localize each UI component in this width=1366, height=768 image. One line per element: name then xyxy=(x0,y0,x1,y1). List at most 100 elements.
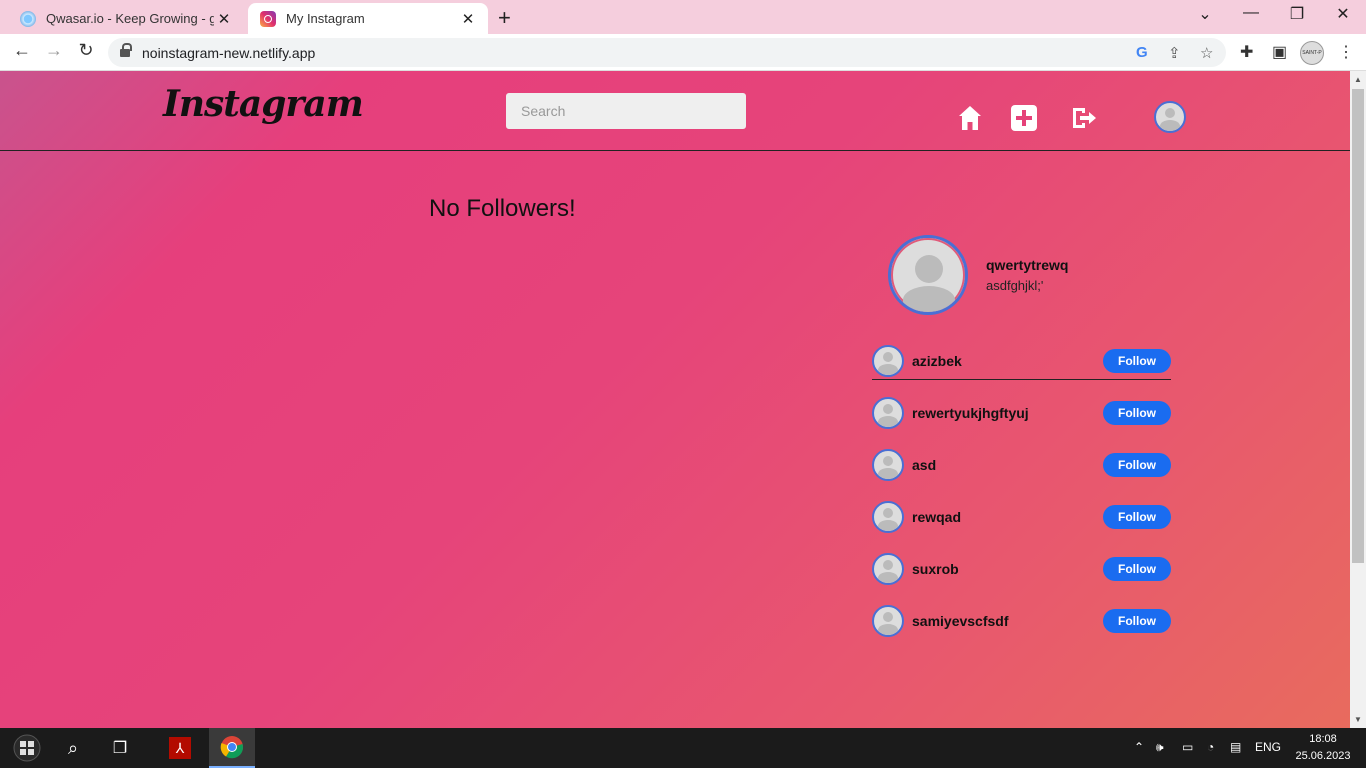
suggestion-username[interactable]: suxrob xyxy=(912,561,959,577)
suggestion-row: azizbek Follow xyxy=(872,345,1172,381)
scroll-down-arrow-icon[interactable]: ▼ xyxy=(1354,715,1362,724)
taskbar-clock[interactable]: 18:08 25.06.2023 xyxy=(1290,731,1356,765)
browser-toolbar: ← → ↻ noinstagram-new.netlify.app G ⇪ ☆ … xyxy=(0,34,1366,71)
restore-button[interactable]: ❐ xyxy=(1274,4,1320,24)
side-panel-icon[interactable]: ▣ xyxy=(1272,42,1287,62)
avatar-silhouette-head xyxy=(883,352,893,362)
address-bar[interactable]: noinstagram-new.netlify.app G ⇪ ☆ xyxy=(108,38,1226,67)
instagram-page: Instagram No Followers! qwertytrewq asdf… xyxy=(0,71,1350,728)
page-scrollbar[interactable]: ▲ ▼ xyxy=(1350,71,1366,728)
instagram-favicon-icon xyxy=(260,10,276,27)
share-icon[interactable]: ⇪ xyxy=(1168,44,1181,62)
reload-icon[interactable]: ↻ xyxy=(74,40,98,61)
suggestion-avatar[interactable] xyxy=(872,397,904,429)
suggestion-username[interactable]: rewertyukjhgftyuj xyxy=(912,405,1029,421)
notifications-icon[interactable]: ▤ xyxy=(1230,740,1241,754)
new-tab-button[interactable]: + xyxy=(498,5,511,31)
profile-bio: asdfghjkl;' xyxy=(986,278,1044,293)
follow-button[interactable]: Follow xyxy=(1103,505,1171,529)
avatar-silhouette-body xyxy=(903,286,955,312)
back-arrow-icon[interactable]: ← xyxy=(10,40,34,61)
follow-button[interactable]: Follow xyxy=(1103,453,1171,477)
chrome-taskbar-icon[interactable] xyxy=(209,728,255,768)
avatar-silhouette-body xyxy=(878,572,898,583)
suggestion-row: samiyevscfsdf Follow xyxy=(872,605,1172,641)
task-view-icon[interactable]: ❐ xyxy=(104,728,136,768)
battery-icon[interactable]: ▭ xyxy=(1182,740,1193,754)
avatar-silhouette-body xyxy=(878,364,898,375)
forward-arrow-icon[interactable]: → xyxy=(42,40,66,61)
chrome-icon xyxy=(220,736,244,759)
avatar-silhouette-body xyxy=(1160,120,1180,131)
avatar-silhouette-body xyxy=(878,468,898,479)
tab-search-icon[interactable]: ⌄ xyxy=(1182,4,1228,24)
suggestion-avatar[interactable] xyxy=(872,605,904,637)
start-button[interactable] xyxy=(0,728,54,768)
scroll-up-arrow-icon[interactable]: ▲ xyxy=(1354,75,1362,84)
browser-profile-avatar[interactable]: SAINT-P xyxy=(1300,41,1324,65)
follow-button[interactable]: Follow xyxy=(1103,349,1171,373)
home-icon[interactable] xyxy=(958,105,982,131)
suggestion-avatar[interactable] xyxy=(872,501,904,533)
close-window-button[interactable]: ✕ xyxy=(1320,4,1366,24)
suggestion-avatar[interactable] xyxy=(872,345,904,377)
acrobat-reader-icon[interactable]: ⅄ xyxy=(162,728,198,768)
browser-tab-bar: Qwasar.io - Keep Growing - gulm ✕ My Ins… xyxy=(0,0,1366,34)
avatar-silhouette-body xyxy=(878,624,898,635)
tab-my-instagram[interactable]: My Instagram ✕ xyxy=(248,3,488,34)
profile-username[interactable]: qwertytrewq xyxy=(986,257,1068,273)
header-profile-avatar[interactable] xyxy=(1154,101,1186,133)
avatar-silhouette-head xyxy=(915,255,943,283)
volume-icon[interactable]: 🕪 xyxy=(1156,740,1164,755)
google-icon[interactable]: G xyxy=(1136,44,1148,61)
avatar-silhouette-body xyxy=(878,416,898,427)
no-followers-message: No Followers! xyxy=(429,195,576,222)
tab-close-icon[interactable]: ✕ xyxy=(214,10,234,28)
avatar-silhouette-head xyxy=(1165,108,1175,118)
bookmark-star-icon[interactable]: ☆ xyxy=(1200,44,1213,62)
suggestion-username[interactable]: samiyevscfsdf xyxy=(912,613,1009,629)
avatar-silhouette-head xyxy=(883,612,893,622)
tab-title: My Instagram xyxy=(286,11,365,26)
suggestion-row: rewertyukjhgftyuj Follow xyxy=(872,397,1172,433)
suggestion-row: rewqad Follow xyxy=(872,501,1172,537)
tab-qwasar[interactable]: Qwasar.io - Keep Growing - gulm ✕ xyxy=(8,3,244,34)
add-post-icon[interactable] xyxy=(1011,105,1037,131)
follow-button[interactable]: Follow xyxy=(1103,609,1171,633)
windows-taskbar: ⌕ ❐ ⅄ ⌃ 🕪 ▭ ◔ ▤ ENG 18:08 25.06.2023 xyxy=(0,728,1366,768)
qwasar-favicon-icon xyxy=(20,10,36,27)
profile-avatar-large[interactable] xyxy=(888,235,968,315)
logout-icon[interactable] xyxy=(1071,107,1097,129)
lock-icon[interactable] xyxy=(120,43,132,58)
search-input[interactable] xyxy=(506,93,746,129)
suggestion-row: asd Follow xyxy=(872,449,1172,485)
url-text[interactable]: noinstagram-new.netlify.app xyxy=(142,45,315,61)
extensions-puzzle-icon[interactable]: ✚ xyxy=(1240,42,1253,62)
suggestion-avatar[interactable] xyxy=(872,449,904,481)
avatar-silhouette-head xyxy=(883,456,893,466)
suggestion-username[interactable]: asd xyxy=(912,457,936,473)
suggestion-username[interactable]: azizbek xyxy=(912,353,962,369)
app-header: Instagram xyxy=(0,71,1350,151)
avatar-silhouette-head xyxy=(883,508,893,518)
follow-button[interactable]: Follow xyxy=(1103,557,1171,581)
wifi-icon[interactable]: ◔ xyxy=(1207,740,1214,754)
suggestion-row: suxrob Follow xyxy=(872,553,1172,589)
avatar-silhouette-head xyxy=(883,404,893,414)
instagram-logo[interactable]: Instagram xyxy=(163,83,364,125)
windows-logo-icon xyxy=(13,734,41,762)
search-icon[interactable]: ⌕ xyxy=(58,728,88,768)
suggestion-username[interactable]: rewqad xyxy=(912,509,961,525)
clock-date: 25.06.2023 xyxy=(1295,750,1351,762)
minimize-button[interactable]: — xyxy=(1228,4,1274,22)
menu-kebab-icon[interactable]: ⋮ xyxy=(1338,42,1354,62)
scrollbar-thumb[interactable] xyxy=(1352,89,1364,563)
language-indicator[interactable]: ENG xyxy=(1255,740,1281,754)
follow-button[interactable]: Follow xyxy=(1103,401,1171,425)
tray-overflow-chevron-icon[interactable]: ⌃ xyxy=(1134,740,1144,754)
avatar-silhouette-head xyxy=(883,560,893,570)
tab-close-icon[interactable]: ✕ xyxy=(458,10,478,28)
tab-title: Qwasar.io - Keep Growing - gulm xyxy=(46,11,214,26)
clock-time: 18:08 xyxy=(1309,733,1337,745)
suggestion-avatar[interactable] xyxy=(872,553,904,585)
